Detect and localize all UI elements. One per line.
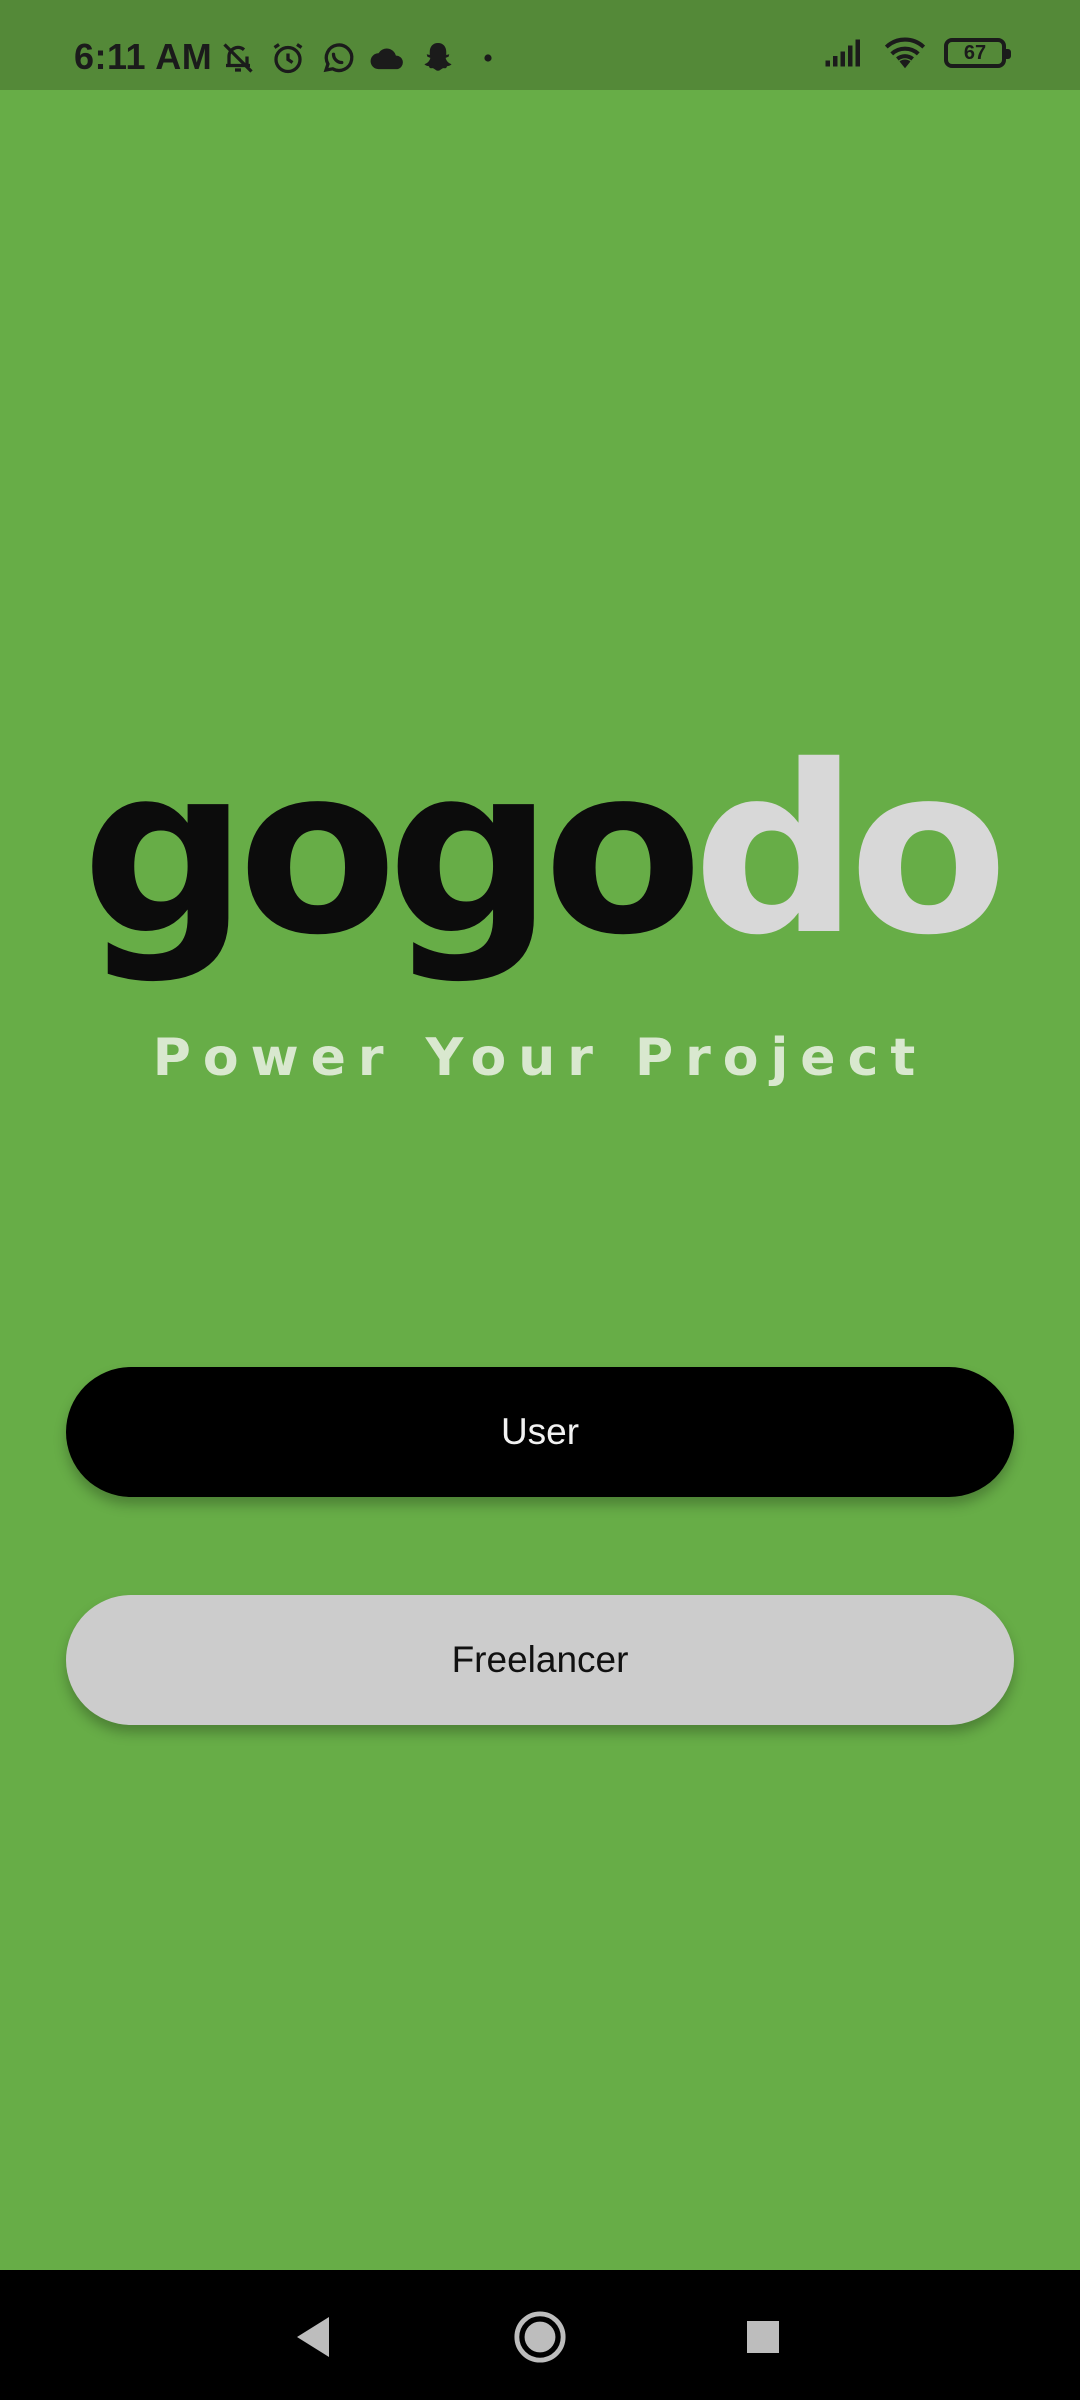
whatsapp-icon [318, 38, 358, 78]
dot-icon [468, 38, 508, 78]
recents-button[interactable] [728, 2302, 798, 2372]
back-icon [297, 2317, 329, 2357]
status-notification-icons [218, 38, 518, 78]
home-icon [514, 2311, 566, 2363]
status-time: 6:11 AM [74, 36, 213, 77]
snapchat-icon [418, 38, 458, 78]
status-system-icons: 67 [806, 36, 1011, 70]
wifi-icon [884, 36, 926, 70]
logo-text-light: do [692, 716, 1008, 986]
alarm-icon [268, 38, 308, 78]
app-tagline: Power Your Project [152, 1028, 928, 1088]
logo-text-dark: gogo [81, 716, 703, 986]
back-button[interactable] [278, 2302, 348, 2372]
user-button[interactable]: User [66, 1367, 1014, 1497]
recents-icon [747, 2321, 779, 2353]
freelancer-button[interactable]: Freelancer [66, 1595, 1014, 1725]
navigation-bar [0, 2270, 1080, 2400]
battery-icon: 67 [944, 38, 1011, 68]
home-button[interactable] [505, 2302, 575, 2372]
status-bar: 6:11 AM 67 [0, 0, 1080, 90]
muted-bell-icon [218, 38, 258, 78]
cloud-icon [368, 38, 408, 78]
battery-level: 67 [944, 38, 1011, 68]
signal-icon [824, 38, 866, 68]
app-logo: gogodo [0, 735, 1080, 967]
